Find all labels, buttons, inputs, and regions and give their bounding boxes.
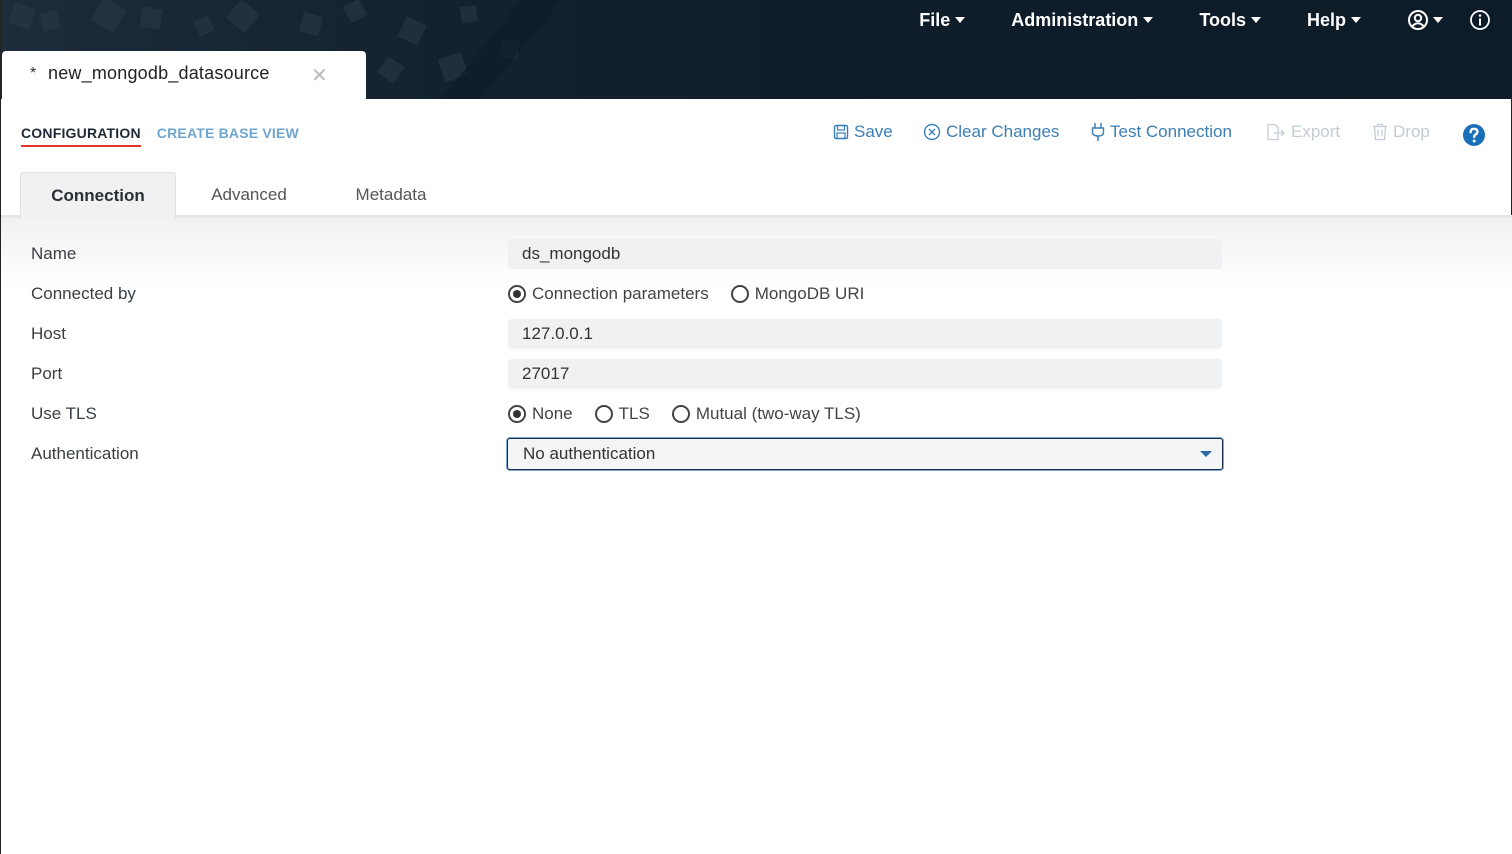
close-icon[interactable]: ✕ (311, 63, 328, 88)
radio-selected-icon (508, 285, 526, 303)
clear-icon (923, 123, 941, 141)
export-icon (1267, 123, 1285, 141)
radio-mongodb-uri[interactable]: MongoDB URI (730, 284, 865, 304)
radio-tls[interactable]: TLS (594, 404, 650, 424)
save-icon (833, 124, 849, 140)
port-label: Port (31, 364, 63, 383)
name-label: Name (31, 244, 77, 263)
menu-help-label: Help (1306, 9, 1346, 30)
authentication-select-value: No authentication (523, 444, 656, 463)
radio-selected-icon (508, 405, 526, 423)
menu-tools-label: Tools (1199, 9, 1246, 30)
menu-administration-label: Administration (1011, 9, 1139, 30)
radio-unselected-icon (671, 405, 690, 423)
menu-tools[interactable]: Tools (1199, 10, 1261, 31)
clear-changes-button[interactable]: Clear Changes (923, 122, 1059, 142)
caret-down-icon (1143, 17, 1154, 23)
connection-form: Name ds_mongodb Connected by Connection … (1, 218, 1512, 854)
port-field[interactable]: 27017 (508, 359, 1222, 389)
user-circle-icon (1408, 10, 1428, 30)
export-button[interactable]: Export (1266, 122, 1340, 142)
authentication-select[interactable]: No authentication (507, 438, 1223, 470)
document-tab[interactable]: * new_mongodb_datasource ✕ (2, 51, 366, 99)
question-circle-icon (1463, 124, 1485, 146)
radio-connection-parameters-label: Connection parameters (532, 284, 709, 303)
authentication-label: Authentication (31, 444, 139, 463)
top-menu: File Administration Tools Help (919, 0, 1512, 40)
radio-connection-parameters[interactable]: Connection parameters (508, 284, 709, 304)
caret-down-icon (955, 17, 966, 23)
info-circle-icon (1470, 10, 1490, 30)
drop-label: Drop (1393, 122, 1430, 141)
export-label: Export (1291, 122, 1341, 141)
save-button[interactable]: Save (833, 122, 893, 142)
connected-by-label: Connected by (31, 284, 136, 303)
app-header: File Administration Tools Help * new_mon… (1, 0, 1512, 99)
caret-down-icon (1433, 17, 1443, 23)
host-label: Host (31, 324, 66, 343)
document-tab-title: new_mongodb_datasource (48, 63, 270, 83)
toolbar: Save Clear Changes Test Connection Expor… (1, 122, 1512, 148)
name-field[interactable]: ds_mongodb (508, 239, 1222, 269)
menu-file[interactable]: File (919, 9, 966, 31)
radio-tls-mutual[interactable]: Mutual (two-way TLS) (671, 404, 861, 424)
menu-administration[interactable]: Administration (1011, 9, 1154, 31)
test-connection-button[interactable]: Test Connection (1091, 122, 1232, 142)
radio-tls-mutual-label: Mutual (two-way TLS) (695, 404, 861, 423)
use-tls-label: Use TLS (31, 404, 97, 423)
radio-unselected-icon (594, 405, 613, 423)
clear-changes-label: Clear Changes (946, 122, 1060, 141)
unsaved-marker: * (30, 65, 37, 82)
tab-advanced[interactable]: Advanced (181, 172, 317, 218)
trash-icon (1373, 123, 1387, 141)
help-button[interactable] (1462, 123, 1491, 147)
tab-metadata[interactable]: Metadata (323, 172, 459, 218)
connected-by-radio-group: Connection parameters MongoDB URI (508, 284, 886, 304)
use-tls-radio-group: None TLS Mutual (two-way TLS) (508, 404, 883, 424)
radio-tls-none[interactable]: None (508, 404, 573, 424)
caret-down-icon (1351, 17, 1361, 23)
drop-button[interactable]: Drop (1372, 122, 1430, 142)
menu-file-label: File (919, 9, 951, 30)
tab-connection[interactable]: Connection (20, 172, 176, 219)
save-label: Save (854, 122, 893, 141)
test-connection-label: Test Connection (1110, 122, 1232, 141)
config-tabs: Connection Advanced Metadata (1, 172, 1512, 219)
caret-down-icon (1250, 17, 1261, 23)
plug-icon (1091, 123, 1105, 141)
info-button[interactable] (1469, 9, 1491, 31)
radio-tls-none-label: None (532, 404, 573, 423)
caret-down-icon (1200, 451, 1212, 457)
menu-help[interactable]: Help (1307, 10, 1361, 31)
radio-mongodb-uri-label: MongoDB URI (754, 284, 865, 303)
user-menu[interactable] (1407, 9, 1443, 31)
host-field[interactable]: 127.0.0.1 (508, 319, 1222, 349)
radio-unselected-icon (730, 285, 749, 303)
radio-tls-label: TLS (618, 404, 650, 423)
